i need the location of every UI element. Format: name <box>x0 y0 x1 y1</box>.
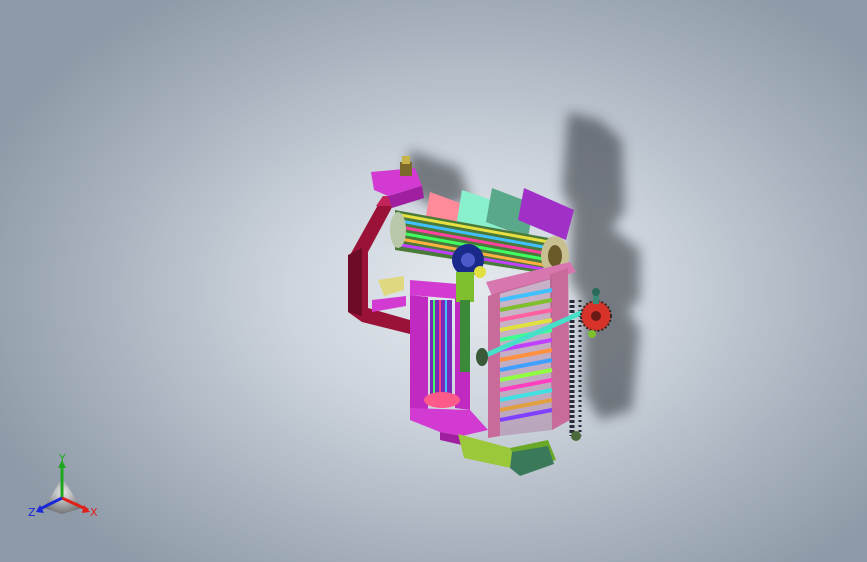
3d-viewport[interactable]: Y X Z <box>0 0 867 562</box>
z-axis-label: Z <box>28 506 36 519</box>
coordinate-triad: Y X Z <box>28 452 98 519</box>
x-axis-label: X <box>90 506 98 519</box>
y-axis-label: Y <box>58 452 66 465</box>
